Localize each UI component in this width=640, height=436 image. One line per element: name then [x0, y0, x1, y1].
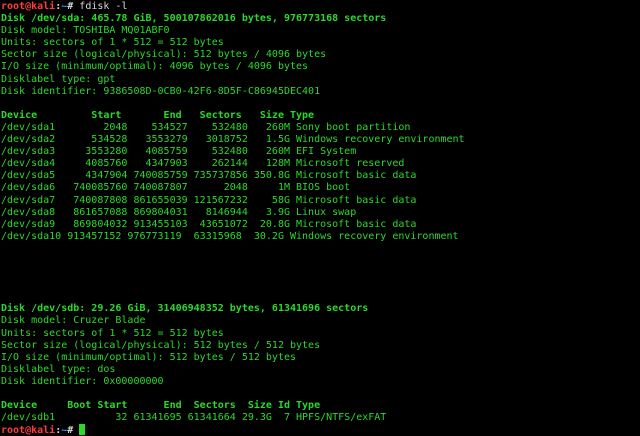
terminal-window[interactable]: root@kali:~# fdisk -l Disk /dev/sda: 465… [0, 0, 640, 436]
disk-info-line: Disk model: Cruzer Blade [1, 315, 146, 327]
partition-row: /dev/sda4 4085760 4347903 262144 128M Mi… [1, 158, 405, 170]
partition-row: /dev/sda1 2048 534527 532480 260M Sony b… [1, 121, 411, 133]
partition-row: /dev/sda2 534528 3553279 3018752 1.5G Wi… [1, 134, 465, 146]
command-text: fdisk -l [79, 1, 128, 12]
command-line: root@kali:~# fdisk -l [1, 1, 640, 13]
disk-info-line: Disk model: TOSHIBA MQ01ABF0 [1, 25, 170, 37]
disk-info-line: I/O size (minimum/optimal): 512 bytes / … [1, 351, 297, 363]
disk-info-line: Disk identifier: 0x00000000 [1, 375, 164, 387]
partition-row: /dev/sda6 740085760 740087807 2048 1M BI… [1, 182, 351, 194]
disk-info-line: Disklabel type: gpt [1, 73, 116, 85]
disk-info-line: Units: sectors of 1 * 512 = 512 bytes [1, 37, 224, 49]
disk-info-line: Units: sectors of 1 * 512 = 512 bytes [1, 327, 224, 339]
disk-info-line: Sector size (logical/physical): 512 byte… [1, 49, 327, 61]
partition-row: /dev/sdb1 32 61341695 61341664 29.3G 7 H… [1, 412, 387, 424]
partition-row: /dev/sda5 4347904 740085759 735737856 35… [1, 170, 417, 182]
text-cursor [79, 424, 86, 436]
partition-row: /dev/sda10 913457152 976773119 63315968 … [1, 230, 459, 242]
disk-info-line: I/O size (minimum/optimal): 4096 bytes /… [1, 61, 309, 73]
disk-info-line: Disk identifier: 9386508D-0CB0-42F6-8D5F… [1, 85, 321, 97]
partition-table-header: Device Boot Start End Sectors Size Id Ty… [1, 400, 321, 412]
disk-info-line: Sector size (logical/physical): 512 byte… [1, 339, 321, 351]
partition-table-header: Device Start End Sectors Size Type [1, 109, 315, 121]
disk-header-sda: Disk /dev/sda: 465.78 GiB, 500107862016 … [1, 13, 387, 25]
partition-row: /dev/sda3 3553280 4085759 532480 260M EF… [1, 146, 357, 158]
prompt-line[interactable]: root@kali:~# [1, 424, 640, 436]
partition-row: /dev/sda8 861657088 869804031 8146944 3.… [1, 206, 357, 218]
prompt-symbol: # [67, 425, 80, 436]
partition-row: /dev/sda7 740087808 861655039 121567232 … [1, 194, 417, 206]
prompt-user: root@kali [1, 1, 56, 12]
disk-header-sdb: Disk /dev/sdb: 29.26 GiB, 31406948352 by… [1, 303, 369, 315]
partition-row: /dev/sda9 869804032 913455103 43651072 2… [1, 218, 417, 230]
prompt-symbol: # [67, 1, 80, 12]
disk-info-line: Disklabel type: dos [1, 363, 116, 375]
prompt-user: root@kali [1, 425, 56, 436]
